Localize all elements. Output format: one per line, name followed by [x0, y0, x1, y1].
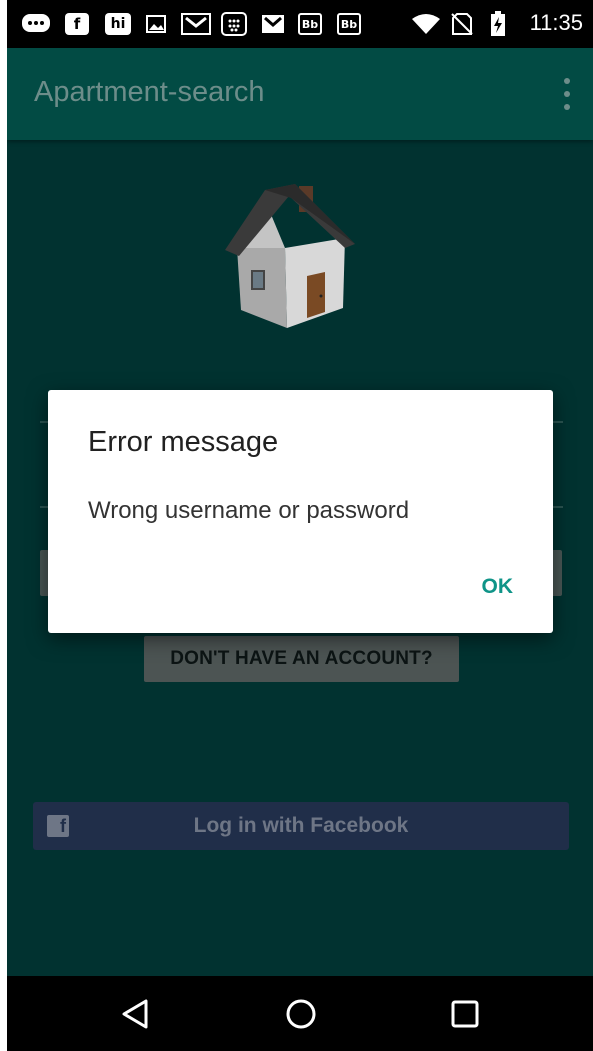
blackboard-icon-label: Bb	[298, 13, 322, 35]
app-toolbar: Apartment-search	[7, 48, 593, 140]
error-dialog: Error message Wrong username or password…	[48, 390, 553, 633]
hi-icon-glyph: hi	[105, 13, 131, 35]
status-bar: f hi Bb Bb 11:35	[7, 0, 593, 48]
gmail-icon	[261, 12, 285, 36]
wifi-icon	[411, 12, 441, 36]
facebook-icon-glyph: f	[65, 13, 89, 35]
no-sim-icon	[451, 12, 473, 36]
messaging-icon	[21, 12, 51, 36]
home-icon[interactable]	[285, 998, 317, 1030]
gmail-icon	[181, 12, 211, 36]
battery-charging-icon	[490, 11, 506, 36]
hi-icon: hi	[105, 12, 131, 36]
ok-button[interactable]: OK	[482, 575, 514, 599]
blackboard-icon: Bb	[298, 12, 322, 36]
back-icon[interactable]	[120, 998, 152, 1030]
dialog-message: Wrong username or password	[88, 497, 410, 524]
signup-button[interactable]: DON'T HAVE AN ACCOUNT?	[144, 636, 459, 682]
blackboard-icon-label: Bb	[337, 13, 361, 35]
app-title: Apartment-search	[34, 76, 265, 108]
facebook-login-label: Log in with Facebook	[193, 814, 409, 837]
status-clock: 11:35	[529, 10, 583, 35]
facebook-login-button[interactable]: f Log in with Facebook	[33, 802, 569, 850]
overflow-menu-icon[interactable]	[561, 78, 573, 110]
facebook-icon: f	[65, 12, 89, 36]
image-icon	[145, 12, 167, 36]
blackboard-icon: Bb	[337, 12, 361, 36]
phone-screen: f hi Bb Bb 11:35 Apartment-search DON'T …	[7, 0, 593, 1051]
house-logo	[215, 178, 355, 333]
recents-icon[interactable]	[449, 998, 481, 1030]
navigation-bar	[7, 976, 593, 1051]
calendar-icon	[221, 12, 247, 36]
dialog-title: Error message	[88, 426, 279, 458]
